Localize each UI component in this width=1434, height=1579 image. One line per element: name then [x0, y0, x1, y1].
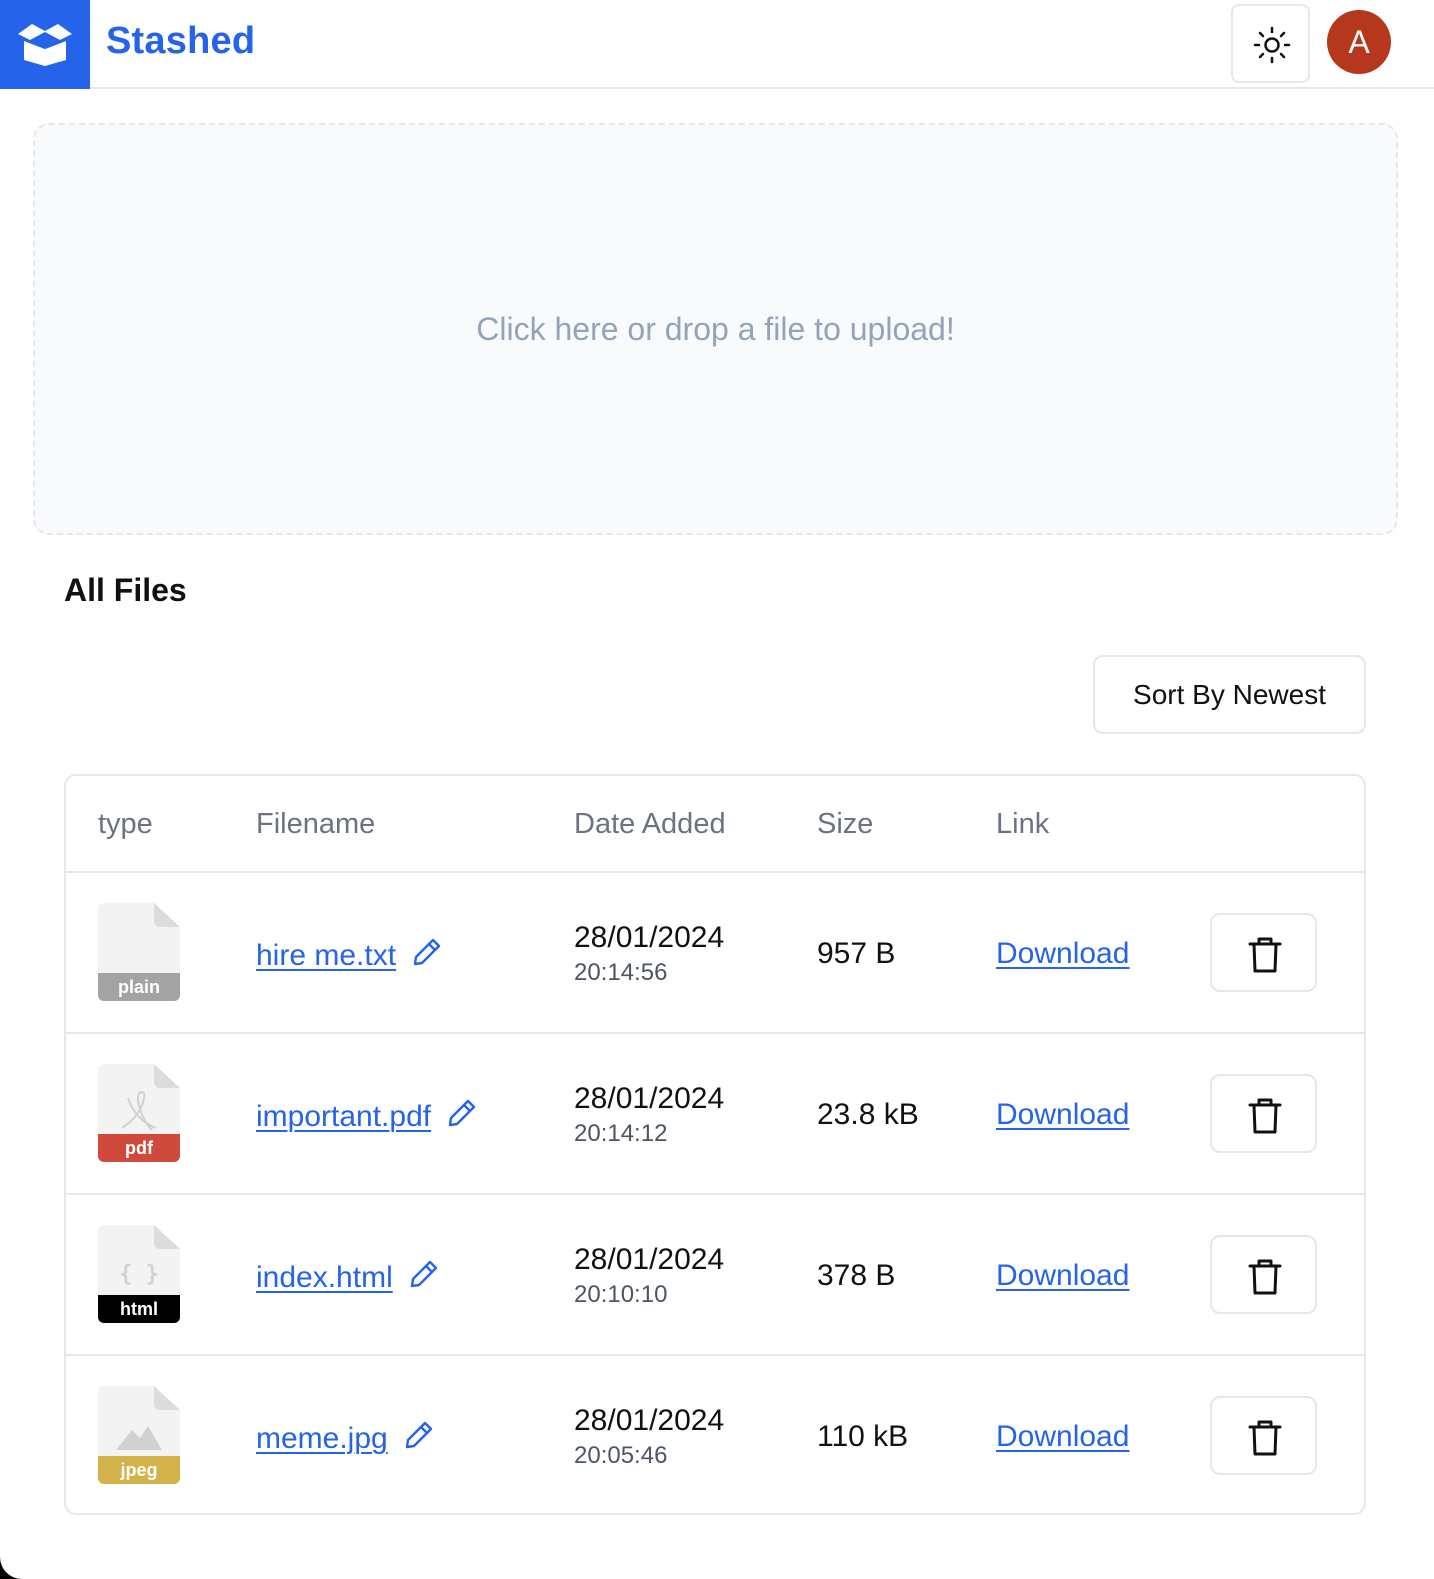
file-type-label: jpeg [119, 1460, 157, 1480]
file-size: 378 B [817, 1259, 896, 1292]
filename-link[interactable]: hire me.txt [256, 939, 396, 972]
brand-name[interactable]: Stashed [106, 20, 255, 63]
file-size: 110 kB [817, 1420, 909, 1453]
trash-icon [1248, 1420, 1282, 1456]
edit-pencil-icon[interactable] [447, 1098, 477, 1128]
time-added: 20:14:12 [574, 1120, 668, 1147]
file-type-icon: pdf [98, 1064, 180, 1162]
column-header-filename: Filename [256, 808, 376, 840]
open-box-icon [18, 24, 72, 66]
avatar[interactable]: A [1327, 10, 1391, 74]
table-row: jpeg meme.jpg 28/01/2024 20:05:46 110 kB Down… [66, 1356, 1364, 1513]
upload-prompt: Click here or drop a file to upload! [476, 311, 955, 347]
delete-button[interactable] [1210, 1074, 1317, 1153]
filename-cell: meme.jpg [256, 1420, 434, 1456]
sort-button[interactable]: Sort By Newest [1093, 655, 1366, 734]
time-added: 20:14:56 [574, 959, 668, 986]
delete-button[interactable] [1210, 913, 1317, 992]
filename-cell: hire me.txt [256, 937, 442, 973]
file-type-icon: jpeg [98, 1386, 180, 1484]
braces-glyph: { } [119, 1262, 159, 1287]
download-link[interactable]: Download [996, 937, 1129, 971]
date-added: 28/01/2024 [574, 1082, 725, 1115]
download-link[interactable]: Download [996, 1259, 1129, 1293]
time-added: 20:10:10 [574, 1281, 668, 1308]
filename-link[interactable]: meme.jpg [256, 1422, 388, 1455]
theme-toggle-button[interactable] [1231, 4, 1310, 83]
upload-dropzone[interactable]: Click here or drop a file to upload! [33, 123, 1398, 535]
download-link[interactable]: Download [996, 1420, 1129, 1454]
logo[interactable] [0, 0, 90, 89]
file-type-label: plain [118, 977, 160, 997]
file-size: 957 B [817, 937, 896, 970]
sun-icon [1253, 26, 1291, 64]
column-header-type: type [98, 808, 153, 840]
files-table: type Filename Date Added Size Link plain… [64, 774, 1366, 1515]
date-added: 28/01/2024 [574, 1243, 725, 1276]
date-added: 28/01/2024 [574, 921, 725, 954]
file-type-icon: plain [98, 903, 180, 1001]
table-row: pdf important.pdf 28/01/2024 20:14:12 23.8 k… [66, 1034, 1364, 1195]
file-type-label: pdf [125, 1138, 154, 1158]
filename-link[interactable]: index.html [256, 1261, 393, 1294]
date-added: 28/01/2024 [574, 1404, 725, 1437]
filename-cell: important.pdf [256, 1098, 477, 1134]
edit-pencil-icon[interactable] [404, 1420, 434, 1450]
trash-icon [1248, 1098, 1282, 1134]
file-type-label: html [120, 1299, 158, 1319]
delete-button[interactable] [1210, 1396, 1317, 1475]
table-row: { } html index.html 28/01/2024 20:10:10 378 B… [66, 1195, 1364, 1356]
file-size: 23.8 kB [817, 1098, 919, 1131]
time-added: 20:05:46 [574, 1442, 668, 1469]
column-header-date: Date Added [574, 808, 726, 840]
column-header-link: Link [996, 808, 1050, 840]
filename-cell: index.html [256, 1259, 439, 1295]
edit-pencil-icon[interactable] [412, 937, 442, 967]
window-corner [0, 1555, 24, 1579]
delete-button[interactable] [1210, 1235, 1317, 1314]
top-bar: Stashed A [0, 0, 1434, 89]
table-row: plain hire me.txt 28/01/2024 20:14:56 957 B D… [66, 873, 1364, 1034]
column-header-size: Size [817, 808, 874, 840]
trash-icon [1248, 1259, 1282, 1295]
section-title: All Files [64, 572, 187, 608]
download-link[interactable]: Download [996, 1098, 1129, 1132]
table-header: type Filename Date Added Size Link [66, 776, 1364, 873]
trash-icon [1248, 937, 1282, 973]
edit-pencil-icon[interactable] [409, 1259, 439, 1289]
filename-link[interactable]: important.pdf [256, 1100, 431, 1133]
file-type-icon: { } html [98, 1225, 180, 1323]
